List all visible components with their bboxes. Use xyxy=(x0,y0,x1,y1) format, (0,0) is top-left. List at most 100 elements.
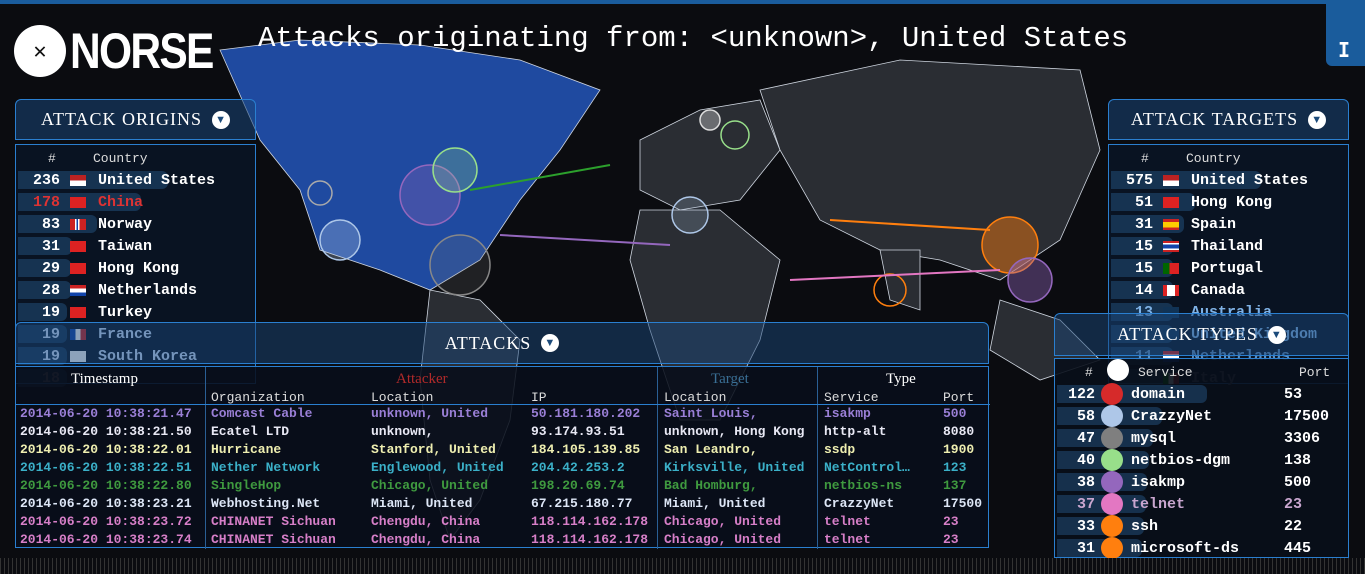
attack-ts: 2014-06-20 10:38:22.01 xyxy=(20,442,192,457)
collapse-triangle-icon[interactable]: ▼ xyxy=(1267,325,1286,344)
organization-header: Organization xyxy=(211,390,305,405)
attack-origins-title: ATTACK ORIGINS xyxy=(40,109,203,129)
service-color-dot-icon xyxy=(1101,449,1123,471)
type-count: 40 xyxy=(1076,451,1095,469)
attack-type-row[interactable]: 47 mysql 3306 xyxy=(1057,427,1347,449)
country-row[interactable]: 83 Norway xyxy=(18,214,254,234)
attack-org: CHINANET Sichuan xyxy=(211,532,336,547)
country-row[interactable]: 236 United States xyxy=(18,170,254,190)
flag-icon-cn xyxy=(70,196,86,208)
attack-ip: 204.42.253.2 xyxy=(531,460,625,475)
attack-tloc: Saint Louis, xyxy=(664,406,758,421)
country-row[interactable]: 31 Spain xyxy=(1111,214,1347,234)
timestamp-header: Timestamp xyxy=(71,371,138,387)
service-color-dot-icon xyxy=(1101,493,1123,515)
attack-row[interactable]: 2014-06-20 10:38:22.80 SingleHop Chicago, … xyxy=(16,477,988,495)
attack-org: Comcast Cable xyxy=(211,406,313,421)
type-header: Type xyxy=(886,371,916,387)
country-count: 31 xyxy=(41,237,60,255)
attack-row[interactable]: 2014-06-20 10:38:23.72 CHINANET Sichuan Ch… xyxy=(16,513,988,531)
country-name: United States xyxy=(98,171,216,189)
country-count: 29 xyxy=(41,259,60,277)
service-name: CrazzyNet xyxy=(1131,407,1213,425)
attack-org: Nether Network xyxy=(211,460,321,475)
corner-menu-button[interactable]: I xyxy=(1326,4,1365,66)
service-port: 445 xyxy=(1284,539,1312,557)
attack-type-row[interactable]: 40 netbios-dgm 138 xyxy=(1057,449,1347,471)
attack-org: Ecatel LTD xyxy=(211,424,290,439)
attack-type-row[interactable]: 122 domain 53 xyxy=(1057,383,1347,405)
service-color-dot-icon xyxy=(1101,537,1123,559)
attack-aloc: Englewood, United xyxy=(371,460,504,475)
attack-org: Webhosting.Net xyxy=(211,496,321,511)
country-count: 31 xyxy=(1134,215,1153,233)
service-name: mysql xyxy=(1131,429,1177,447)
service-color-dot-icon xyxy=(1101,427,1123,449)
country-row[interactable]: 575 United States xyxy=(1111,170,1347,190)
attack-row[interactable]: 2014-06-20 10:38:21.47 Comcast Cable unkno… xyxy=(16,405,988,423)
attack-row[interactable]: 2014-06-20 10:38:22.01 Hurricane Stanford,… xyxy=(16,441,988,459)
country-name: Thailand xyxy=(1191,237,1264,255)
attacks-header[interactable]: ATTACKS ▼ xyxy=(15,322,989,364)
attack-row[interactable]: 2014-06-20 10:38:21.50 Ecatel LTD unknown,… xyxy=(16,423,988,441)
attack-row[interactable]: 2014-06-20 10:38:23.21 Webhosting.Net Miam… xyxy=(16,495,988,513)
country-name: Norway xyxy=(98,215,153,233)
country-count: 19 xyxy=(41,303,60,321)
attack-ts: 2014-06-20 10:38:22.80 xyxy=(20,478,192,493)
attack-types-header[interactable]: ATTACK TYPES ▼ xyxy=(1054,313,1349,356)
collapse-triangle-icon[interactable]: ▼ xyxy=(541,334,560,352)
attack-type-row[interactable]: 38 isakmp 500 xyxy=(1057,471,1347,493)
flag-icon-hk xyxy=(1163,196,1179,208)
service-color-dot-icon xyxy=(1101,515,1123,537)
service-name: ssh xyxy=(1131,517,1159,535)
attack-ip: 50.181.180.202 xyxy=(531,406,641,421)
all-services-dot-icon[interactable] xyxy=(1107,359,1129,381)
country-row[interactable]: 29 Hong Kong xyxy=(18,258,254,278)
country-row[interactable]: 28 Netherlands xyxy=(18,280,254,300)
attack-port: 17500 xyxy=(943,496,983,511)
port-header: Port xyxy=(943,390,975,405)
attack-type-row[interactable]: 58 CrazzyNet 17500 xyxy=(1057,405,1347,427)
type-count: 31 xyxy=(1076,539,1095,557)
type-count: 33 xyxy=(1076,517,1095,535)
collapse-triangle-icon[interactable]: ▼ xyxy=(212,110,231,129)
country-row[interactable]: 51 Hong Kong xyxy=(1111,192,1347,212)
flag-icon-us xyxy=(1163,174,1179,186)
service-port: 500 xyxy=(1284,473,1312,491)
attack-type-row[interactable]: 33 ssh 22 xyxy=(1057,515,1347,537)
attack-tloc: San Leandro, xyxy=(664,442,758,457)
attack-targets-header[interactable]: ATTACK TARGETS ▼ xyxy=(1108,99,1349,140)
attack-type-row[interactable]: 37 telnet 23 xyxy=(1057,493,1347,515)
country-count: 14 xyxy=(1134,281,1153,299)
attack-row[interactable]: 2014-06-20 10:38:22.51 Nether Network Engl… xyxy=(16,459,988,477)
attack-types-panel: # Service Port 122 domain 53 58 CrazzyNe… xyxy=(1054,358,1349,559)
column-header-number: # xyxy=(1141,151,1149,166)
country-row[interactable]: 19 Turkey xyxy=(18,302,254,322)
flag-icon-us xyxy=(70,174,86,186)
country-row[interactable]: 178 China xyxy=(18,192,254,212)
norse-logo-icon: ✕ xyxy=(14,25,66,77)
country-count: 28 xyxy=(41,281,60,299)
attack-ip: 184.105.139.85 xyxy=(531,442,641,457)
attack-service: NetControl… xyxy=(824,460,910,475)
country-row[interactable]: 14 Canada xyxy=(1111,280,1347,300)
country-row[interactable]: 31 Taiwan xyxy=(18,236,254,256)
attack-row[interactable]: 2014-06-20 10:38:23.74 CHINANET Sichuan Ch… xyxy=(16,531,988,549)
service-port: 3306 xyxy=(1284,429,1321,447)
attack-ts: 2014-06-20 10:38:23.72 xyxy=(20,514,192,529)
attack-service: telnet xyxy=(824,532,871,547)
attack-origins-header[interactable]: ATTACK ORIGINS ▼ xyxy=(15,99,256,140)
attack-types-title: ATTACK TYPES xyxy=(1117,324,1258,344)
collapse-triangle-icon[interactable]: ▼ xyxy=(1308,110,1327,129)
attack-targets-title: ATTACK TARGETS xyxy=(1130,109,1299,129)
flag-icon-tw xyxy=(70,240,86,252)
country-row[interactable]: 15 Portugal xyxy=(1111,258,1347,278)
attack-service: ssdp xyxy=(824,442,856,457)
flag-icon-th xyxy=(1163,240,1179,252)
attacker-location-header: Location xyxy=(371,390,434,405)
country-row[interactable]: 15 Thailand xyxy=(1111,236,1347,256)
column-header-port: Port xyxy=(1299,365,1331,380)
country-count: 178 xyxy=(32,193,60,211)
attack-type-row[interactable]: 31 microsoft-ds 445 xyxy=(1057,537,1347,559)
country-count: 51 xyxy=(1134,193,1153,211)
